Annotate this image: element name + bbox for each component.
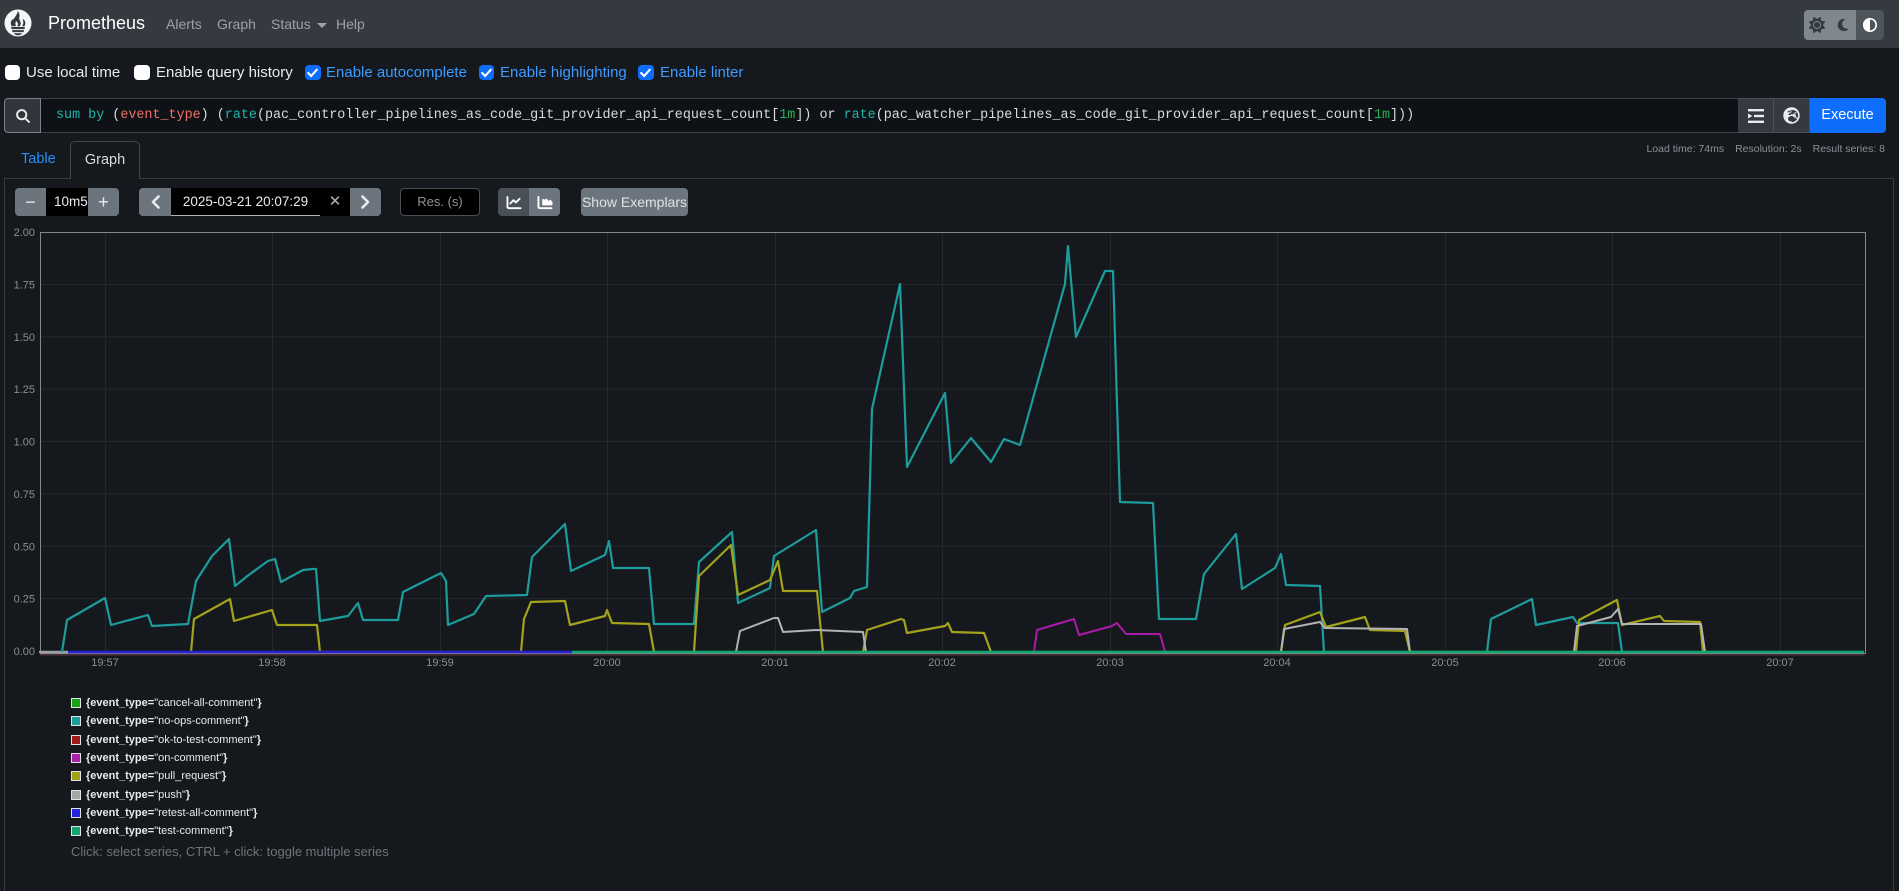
svg-text:1.00: 1.00 (14, 437, 35, 449)
svg-text:20:07: 20:07 (1766, 657, 1794, 669)
svg-text:20:01: 20:01 (761, 657, 789, 669)
svg-text:1.25: 1.25 (14, 384, 35, 396)
svg-text:20:03: 20:03 (1096, 657, 1124, 669)
svg-text:0.75: 0.75 (14, 489, 35, 501)
svg-text:20:02: 20:02 (928, 657, 956, 669)
svg-text:0.50: 0.50 (14, 541, 35, 553)
svg-text:0.25: 0.25 (14, 594, 35, 606)
svg-text:20:06: 20:06 (1598, 657, 1626, 669)
svg-text:0.00: 0.00 (14, 646, 35, 658)
svg-text:20:00: 20:00 (593, 657, 621, 669)
svg-text:19:59: 19:59 (426, 657, 454, 669)
svg-text:20:04: 20:04 (1263, 657, 1291, 669)
svg-text:2.00: 2.00 (14, 227, 35, 239)
svg-text:19:57: 19:57 (91, 657, 119, 669)
svg-text:19:58: 19:58 (258, 657, 286, 669)
svg-text:1.50: 1.50 (14, 332, 35, 344)
svg-text:1.75: 1.75 (14, 279, 35, 291)
svg-text:20:05: 20:05 (1431, 657, 1459, 669)
